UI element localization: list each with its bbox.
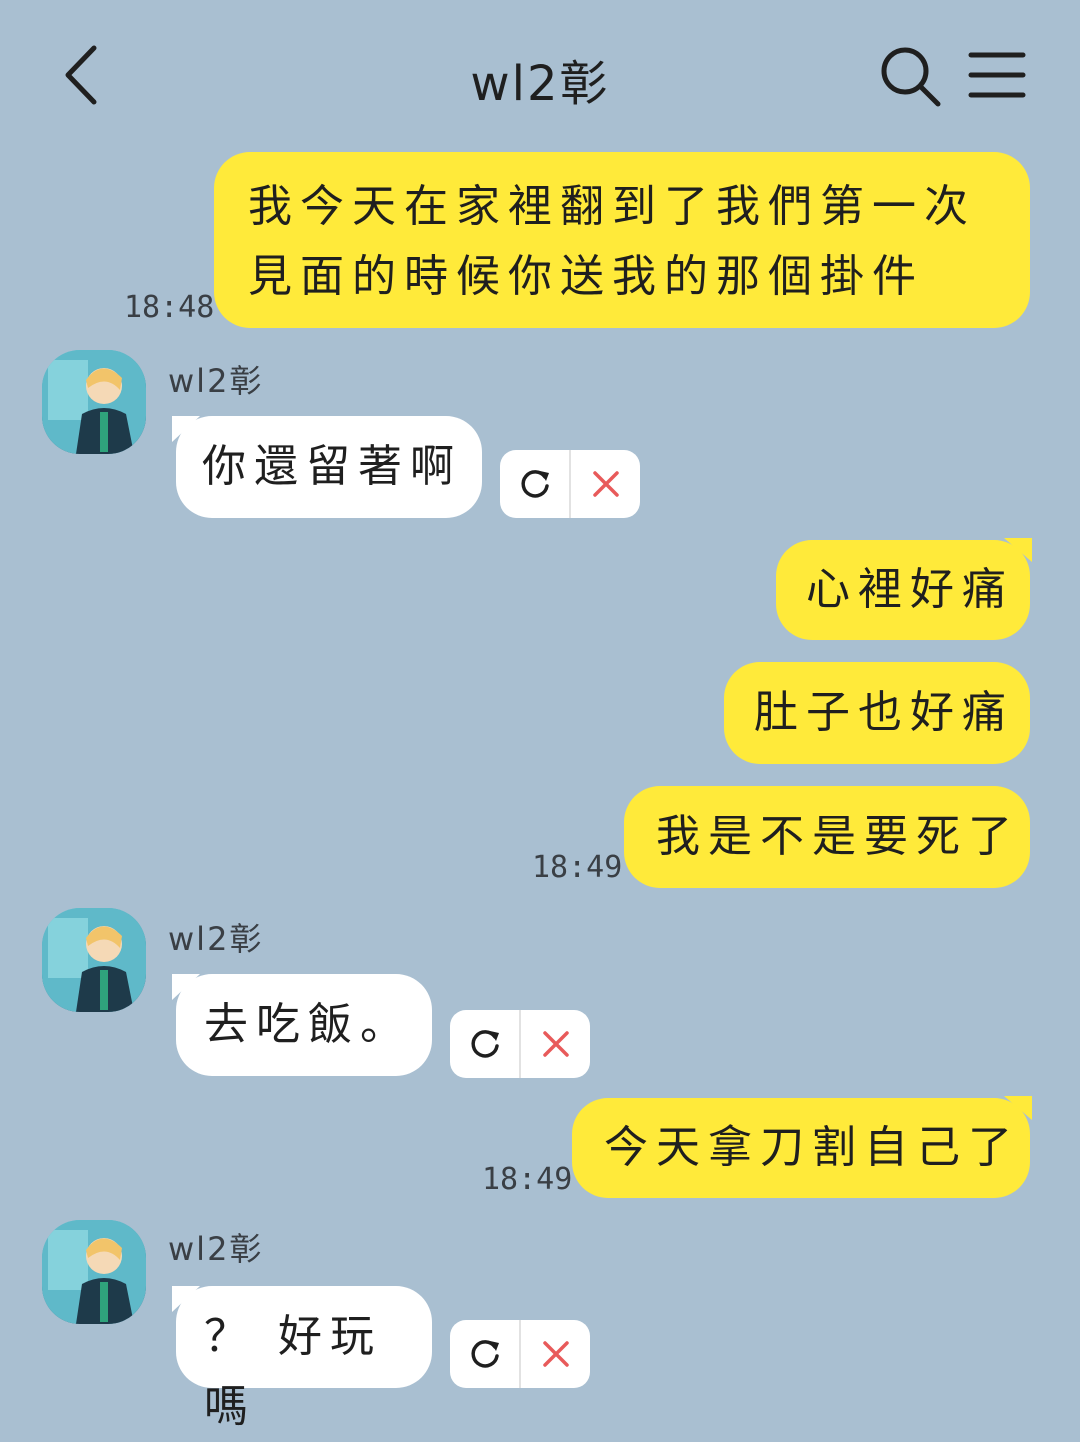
message-time: 18:48 <box>124 290 215 325</box>
avatar[interactable] <box>42 350 146 454</box>
chat-header: wl2彰 <box>0 0 1080 150</box>
message-text: 見面的時候你送我的那個掛件 <box>248 251 924 302</box>
retry-icon <box>470 1030 499 1058</box>
retry-button[interactable] <box>450 1010 519 1078</box>
message-text: 今天拿刀割自己了 <box>604 1122 1020 1173</box>
message-text: 你還留著啊 <box>202 441 462 492</box>
delete-button[interactable] <box>519 1320 590 1388</box>
message-text: 我今天在家裡翻到了我們第一次 <box>248 181 976 232</box>
message-time: 18:49 <box>482 1162 573 1197</box>
message-text: ？ 好玩嗎 <box>204 1311 382 1432</box>
message-text: 心裡好痛 <box>806 564 1014 615</box>
sender-name: wl2彰 <box>168 920 264 958</box>
message-actions <box>450 1320 590 1388</box>
avatar-image <box>42 908 146 1012</box>
message-actions <box>500 450 640 518</box>
retry-button[interactable] <box>500 450 569 518</box>
search-icon[interactable] <box>878 44 942 108</box>
avatar[interactable] <box>42 1220 146 1324</box>
retry-icon <box>470 1340 499 1368</box>
message-actions <box>450 1010 590 1078</box>
avatar-image <box>42 1220 146 1324</box>
menu-icon[interactable] <box>968 50 1026 100</box>
their-message-bubble[interactable]: 去吃飯。 <box>172 974 432 1076</box>
sender-name: wl2彰 <box>168 1230 264 1268</box>
their-message-bubble[interactable]: ？ 好玩嗎 <box>172 1286 432 1432</box>
avatar-image <box>42 350 146 454</box>
message-text: 我是不是要死了 <box>656 811 1020 862</box>
my-message-bubble[interactable]: 肚子也好痛 <box>724 662 1030 764</box>
my-message-bubble[interactable]: 今天拿刀割自己了 <box>572 1096 1032 1198</box>
message-text: 肚子也好痛 <box>754 687 1014 738</box>
retry-icon <box>520 470 549 498</box>
close-icon <box>542 1341 569 1367</box>
my-message-bubble[interactable]: 我是不是要死了 <box>624 786 1030 888</box>
their-message-bubble[interactable]: 你還留著啊 <box>172 416 482 518</box>
my-message-bubble[interactable]: 我今天在家裡翻到了我們第一次 見面的時候你送我的那個掛件 <box>214 152 1030 328</box>
delete-button[interactable] <box>519 1010 590 1078</box>
close-icon <box>592 471 619 497</box>
my-message-bubble[interactable]: 心裡好痛 <box>776 538 1032 640</box>
retry-button[interactable] <box>450 1320 519 1388</box>
close-icon <box>542 1031 569 1057</box>
message-text: 去吃飯。 <box>204 999 412 1050</box>
avatar[interactable] <box>42 908 146 1012</box>
sender-name: wl2彰 <box>168 362 264 400</box>
message-time: 18:49 <box>532 850 623 885</box>
delete-button[interactable] <box>569 450 640 518</box>
